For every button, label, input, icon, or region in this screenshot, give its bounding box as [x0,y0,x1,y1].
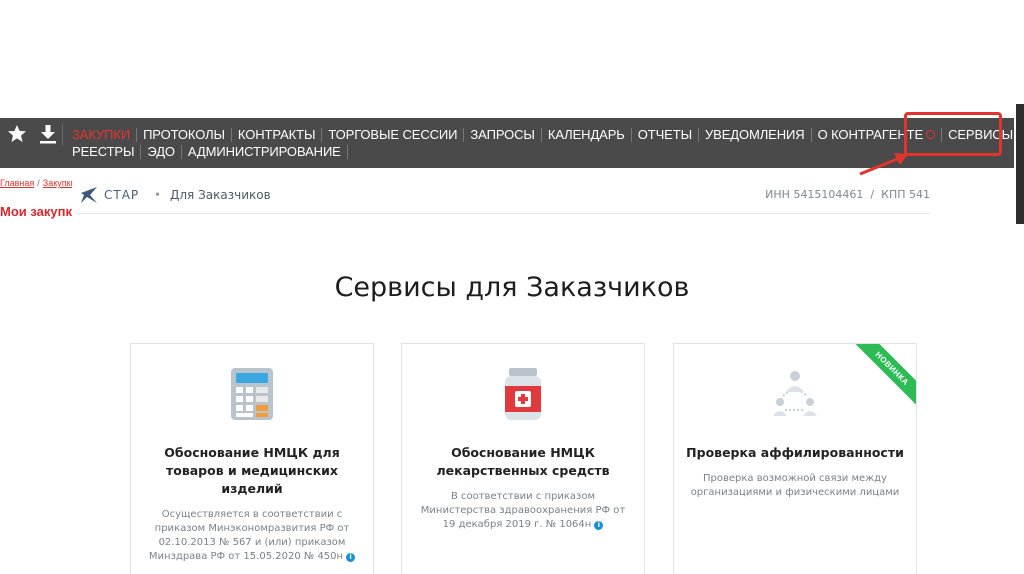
inn-kpp-info: ИНН 5415104461 / КПП 541 [765,188,930,201]
nav-item-trading-sessions[interactable]: ТОРГОВЫЕ СЕССИИ [322,128,465,142]
service-subheader: СТАР • Для Заказчиков ИНН 5415104461 / К… [76,180,930,214]
nav-item-reports[interactable]: ОТЧЕТЫ [632,128,699,142]
nav-icons [0,118,62,168]
nav-item-contracts[interactable]: КОНТРАКТЫ [232,128,323,142]
nav-item-registries[interactable]: РЕЕСТРЫ [66,145,142,159]
breadcrumb-current-link[interactable]: Закупки [43,178,72,188]
nav-divider [62,124,63,146]
card-title: Проверка аффилированности [686,445,904,460]
network-people-icon [773,371,817,416]
nav-item-administration[interactable]: АДМИНИСТРИРОВАНИЕ [182,145,348,159]
annotation-arrow-icon [859,153,908,176]
new-badge-ribbon: НОВИНКА [850,344,916,410]
section-name: Для Заказчиков [170,188,271,202]
card-description: Осуществляется в соответствии с приказом… [145,508,359,564]
nav-row-secondary: РЕЕСТРЫ ЭДО АДМИНИСТРИРОВАНИЕ [66,143,348,161]
nav-row-primary: ЗАКУПКИ ПРОТОКОЛЫ КОНТРАКТЫ ТОРГОВЫЕ СЕС… [66,126,1021,144]
card-description: Проверка возможной связи между организац… [690,473,900,498]
service-card-nmck-medicines[interactable]: Обоснование НМЦК лекарственных средств В… [401,343,645,574]
left-panel-clip: Главная/Закупки Мои закупки [0,176,72,220]
page-title: Сервисы для Заказчиков [334,272,690,303]
card-description-text: Осуществляется в соответствии с приказом… [148,509,350,562]
service-card-affiliation-check[interactable]: НОВИНКА Проверка аффилированности Провер… [673,343,917,574]
calculator-icon [231,368,273,420]
nav-item-purchases[interactable]: ЗАКУПКИ [66,128,138,142]
card-title: Обоснование НМЦК для товаров и медицинск… [164,445,340,496]
scrollbar[interactable] [1016,104,1024,224]
star-icon[interactable] [7,124,27,144]
medicine-bottle-icon [505,368,541,420]
nav-item-edo[interactable]: ЭДО [141,145,182,159]
inn-value: ИНН 5415104461 [765,188,864,201]
services-highlight-annotation [904,112,1002,156]
service-card-nmck-goods[interactable]: Обоснование НМЦК для товаров и медицинск… [130,343,374,574]
nav-item-requests[interactable]: ЗАПРОСЫ [464,128,542,142]
kpp-value: КПП 541 [881,188,930,201]
info-icon[interactable]: i [594,521,604,530]
logo-text[interactable]: СТАР [104,188,139,202]
nav-item-notifications[interactable]: УВЕДОМЛЕНИЯ [699,128,812,142]
page-heading: Мои закупки [0,204,72,219]
breadcrumb: Главная/Закупки [0,178,72,188]
nav-item-protocols[interactable]: ПРОТОКОЛЫ [137,128,232,142]
card-title: Обоснование НМЦК лекарственных средств [436,445,610,478]
star-logo-icon[interactable] [80,186,98,204]
nav-item-calendar[interactable]: КАЛЕНДАРЬ [542,128,632,142]
subheader-dot: • [154,188,162,202]
download-icon[interactable] [38,124,58,144]
breadcrumb-home-link[interactable]: Главная [0,178,34,188]
info-icon[interactable]: i [346,553,356,562]
card-description: В соответствии с приказом Министерства з… [416,490,630,532]
breadcrumb-separator: / [37,178,40,188]
